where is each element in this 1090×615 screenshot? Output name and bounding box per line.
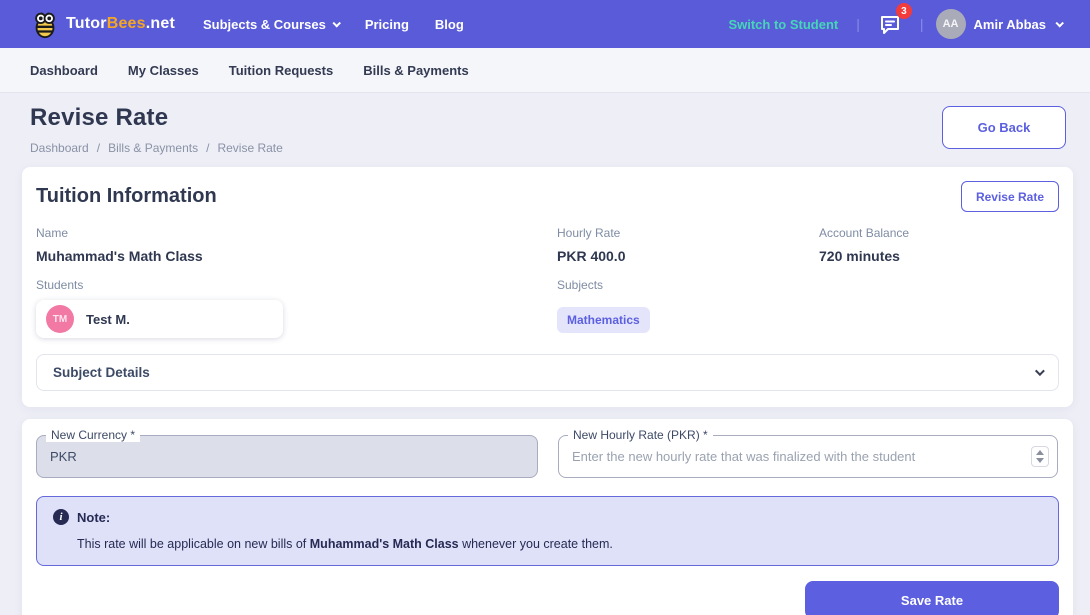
card-title: Tuition Information <box>36 185 217 207</box>
note-class-name: Muhammad's Math Class <box>309 537 459 551</box>
new-hourly-rate-label: New Hourly Rate (PKR) * <box>568 428 713 442</box>
divider: | <box>919 16 924 32</box>
breadcrumb: Dashboard / Bills & Payments / Revise Ra… <box>30 141 283 155</box>
new-currency-label: New Currency * <box>46 428 141 442</box>
user-name: Amir Abbas <box>973 16 1046 32</box>
top-navbar: TutorBees.net Subjects & Courses Pricing… <box>0 0 1090 48</box>
new-currency-value: PKR <box>50 449 77 464</box>
revise-rate-form-card: New Currency * PKR New Hourly Rate (PKR)… <box>22 419 1073 615</box>
page-title: Revise Rate <box>30 104 169 131</box>
nav-pricing[interactable]: Pricing <box>365 17 409 32</box>
subnav-my-classes[interactable]: My Classes <box>128 63 199 78</box>
info-icon: i <box>53 509 69 525</box>
notification-badge: 3 <box>895 3 912 19</box>
note-title: Note: <box>77 509 111 525</box>
new-hourly-rate-field: New Hourly Rate (PKR) * <box>558 428 1058 478</box>
subnav-dashboard[interactable]: Dashboard <box>30 63 98 78</box>
user-menu[interactable]: AA Amir Abbas <box>935 9 1064 39</box>
hourly-rate-value: PKR 400.0 <box>557 248 626 264</box>
switch-to-student-link[interactable]: Switch to Student <box>728 17 838 32</box>
chevron-down-icon <box>1034 366 1045 377</box>
subnav-tuition-requests[interactable]: Tuition Requests <box>229 63 333 78</box>
brand-name: TutorBees.net <box>66 15 175 32</box>
stepper-up-icon[interactable] <box>1036 450 1044 455</box>
page-header: Revise Rate Dashboard / Bills & Payments… <box>0 93 1090 167</box>
number-stepper[interactable] <box>1031 446 1049 467</box>
student-name: Test M. <box>86 311 130 327</box>
avatar: AA <box>935 9 966 39</box>
chevron-down-icon <box>332 19 341 28</box>
name-value: Muhammad's Math Class <box>36 248 203 264</box>
tuition-information-card: Tuition Information Revise Rate Name Muh… <box>22 167 1073 407</box>
subject-details-accordion[interactable]: Subject Details <box>36 354 1059 391</box>
go-back-button[interactable]: Go Back <box>942 106 1066 149</box>
chevron-down-icon <box>1055 19 1064 28</box>
subject-chip: Mathematics <box>557 307 650 333</box>
account-balance-value: 720 minutes <box>819 248 900 264</box>
breadcrumb-bills-payments[interactable]: Bills & Payments <box>108 141 198 155</box>
student-avatar: TM <box>46 305 74 333</box>
subjects-label: Subjects <box>557 278 604 292</box>
account-balance-label: Account Balance <box>819 226 910 240</box>
hourly-rate-label: Hourly Rate <box>557 226 621 240</box>
subnav-bills-payments[interactable]: Bills & Payments <box>363 63 469 78</box>
name-label: Name <box>36 226 69 240</box>
breadcrumb-dashboard[interactable]: Dashboard <box>30 141 89 155</box>
student-chip: TM Test M. <box>36 300 283 338</box>
breadcrumb-current: Revise Rate <box>217 141 283 155</box>
nav-blog[interactable]: Blog <box>435 17 464 32</box>
divider: | <box>856 16 860 32</box>
new-hourly-rate-input[interactable] <box>559 436 1031 477</box>
main-nav: Subjects & Courses Pricing Blog <box>203 17 464 32</box>
bee-logo-icon <box>30 9 60 39</box>
accordion-label: Subject Details <box>53 365 150 380</box>
students-label: Students <box>36 278 84 292</box>
stepper-down-icon[interactable] <box>1036 458 1044 463</box>
secondary-nav: Dashboard My Classes Tuition Requests Bi… <box>0 48 1090 93</box>
logo[interactable]: TutorBees.net <box>30 9 175 39</box>
revise-rate-button[interactable]: Revise Rate <box>960 181 1059 212</box>
nav-subjects-courses[interactable]: Subjects & Courses <box>203 17 341 32</box>
save-rate-button[interactable]: Save Rate <box>805 581 1059 615</box>
note-text: This rate will be applicable on new bill… <box>77 537 613 551</box>
note-box: i Note: This rate will be applicable on … <box>36 496 1059 566</box>
new-currency-field: New Currency * PKR <box>36 428 538 478</box>
chat-icon[interactable]: 3 <box>872 3 912 38</box>
